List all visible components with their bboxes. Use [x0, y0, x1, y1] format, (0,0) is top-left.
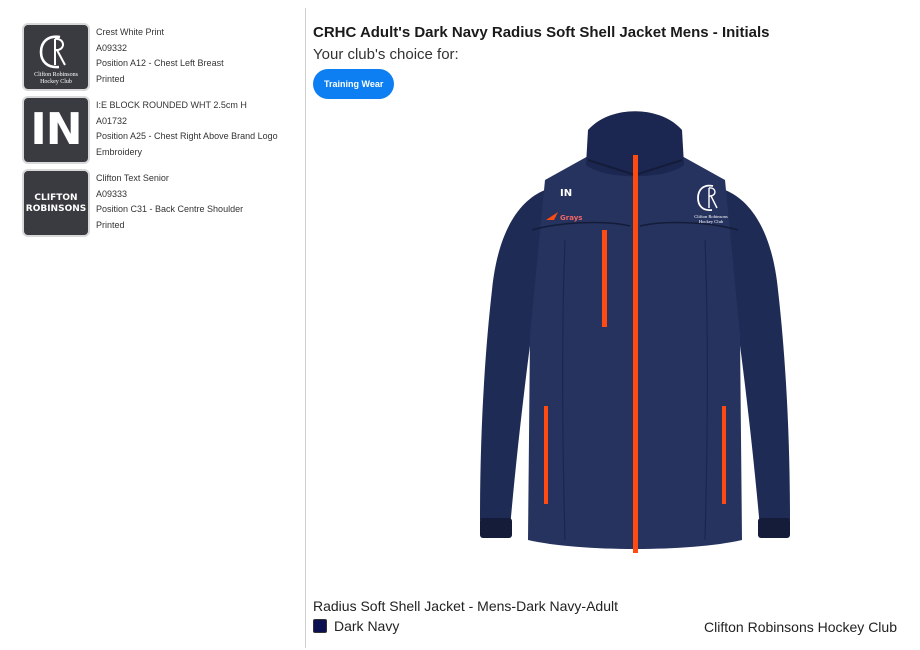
right-pocket-zip [722, 406, 726, 504]
training-wear-tag[interactable]: Training Wear [313, 69, 395, 99]
logo-code: A09332 [96, 42, 128, 53]
jacket-initials: IN [560, 188, 572, 199]
initials-logo-tile: IN [22, 96, 90, 164]
logo-name: Clifton Text Senior [96, 173, 169, 183]
logo-position: Position A12 - Chest Left Breast [96, 58, 224, 68]
logo-code: A01732 [96, 115, 128, 126]
logo-position: Position A25 - Chest Right Above Brand L… [96, 131, 278, 141]
variant-name: Radius Soft Shell Jacket - Mens-Dark Nav… [313, 598, 618, 614]
club-name: Clifton Robinsons Hockey Club [704, 619, 897, 635]
logo-details: Clifton Text Senior A09333 Position C31 … [96, 171, 243, 233]
colour-name: Dark Navy [334, 618, 400, 634]
club-text-line2: ROBINSONS [25, 204, 87, 214]
left-cuff [480, 518, 512, 538]
jacket-brand: Grays [560, 214, 582, 222]
club-choice-label: Your club's choice for: [313, 46, 459, 63]
logo-list: Clifton Robinsons Hockey Club Crest Whit… [0, 0, 305, 650]
svg-text:Hockey Club: Hockey Club [40, 79, 72, 85]
club-text-logo-tile: CLIFTON ROBINSONS [22, 169, 90, 237]
logo-method: Printed [96, 73, 125, 84]
jacket-image: IN Grays Clifton Robinsons Hockey Club [480, 111, 790, 553]
svg-text:Clifton Robinsons: Clifton Robinsons [34, 71, 79, 78]
logo-code: A09333 [96, 188, 128, 199]
club-text-line1: CLIFTON [34, 193, 78, 203]
left-pocket-zip [544, 406, 548, 504]
colour-swatch[interactable] [313, 619, 327, 633]
logo-item-initials[interactable]: IN I:E BLOCK ROUNDED WHT 2.5cm H A01732 … [22, 96, 302, 164]
main-zip [633, 155, 638, 553]
club-text-tile-content: CLIFTON ROBINSONS [24, 171, 88, 215]
logo-details: Crest White Print A09332 Position A12 - … [96, 25, 224, 87]
svg-text:Hockey Club: Hockey Club [699, 219, 724, 224]
logo-item-club-text[interactable]: CLIFTON ROBINSONS Clifton Text Senior A0… [22, 169, 302, 237]
colour-swatch-row[interactable]: Dark Navy [313, 617, 399, 635]
logo-name: Crest White Print [96, 27, 165, 37]
logo-method: Embroidery [96, 146, 143, 157]
logo-position: Position C31 - Back Centre Shoulder [96, 204, 244, 214]
product-panel: CRHC Adult's Dark Navy Radius Soft Shell… [306, 0, 920, 650]
crest-logo-tile: Clifton Robinsons Hockey Club [22, 23, 90, 91]
logo-method: Printed [96, 219, 125, 230]
product-title: CRHC Adult's Dark Navy Radius Soft Shell… [313, 24, 770, 41]
initials-tile-text: IN [30, 104, 82, 155]
logo-name: I:E BLOCK ROUNDED WHT 2.5cm H [96, 100, 247, 110]
logo-details: I:E BLOCK ROUNDED WHT 2.5cm H A01732 Pos… [96, 98, 278, 160]
crest-icon: Clifton Robinsons Hockey Club [34, 35, 79, 85]
chest-pocket-zip [602, 230, 607, 327]
right-cuff [758, 518, 790, 538]
logo-item-crest[interactable]: Clifton Robinsons Hockey Club Crest Whit… [22, 23, 302, 91]
